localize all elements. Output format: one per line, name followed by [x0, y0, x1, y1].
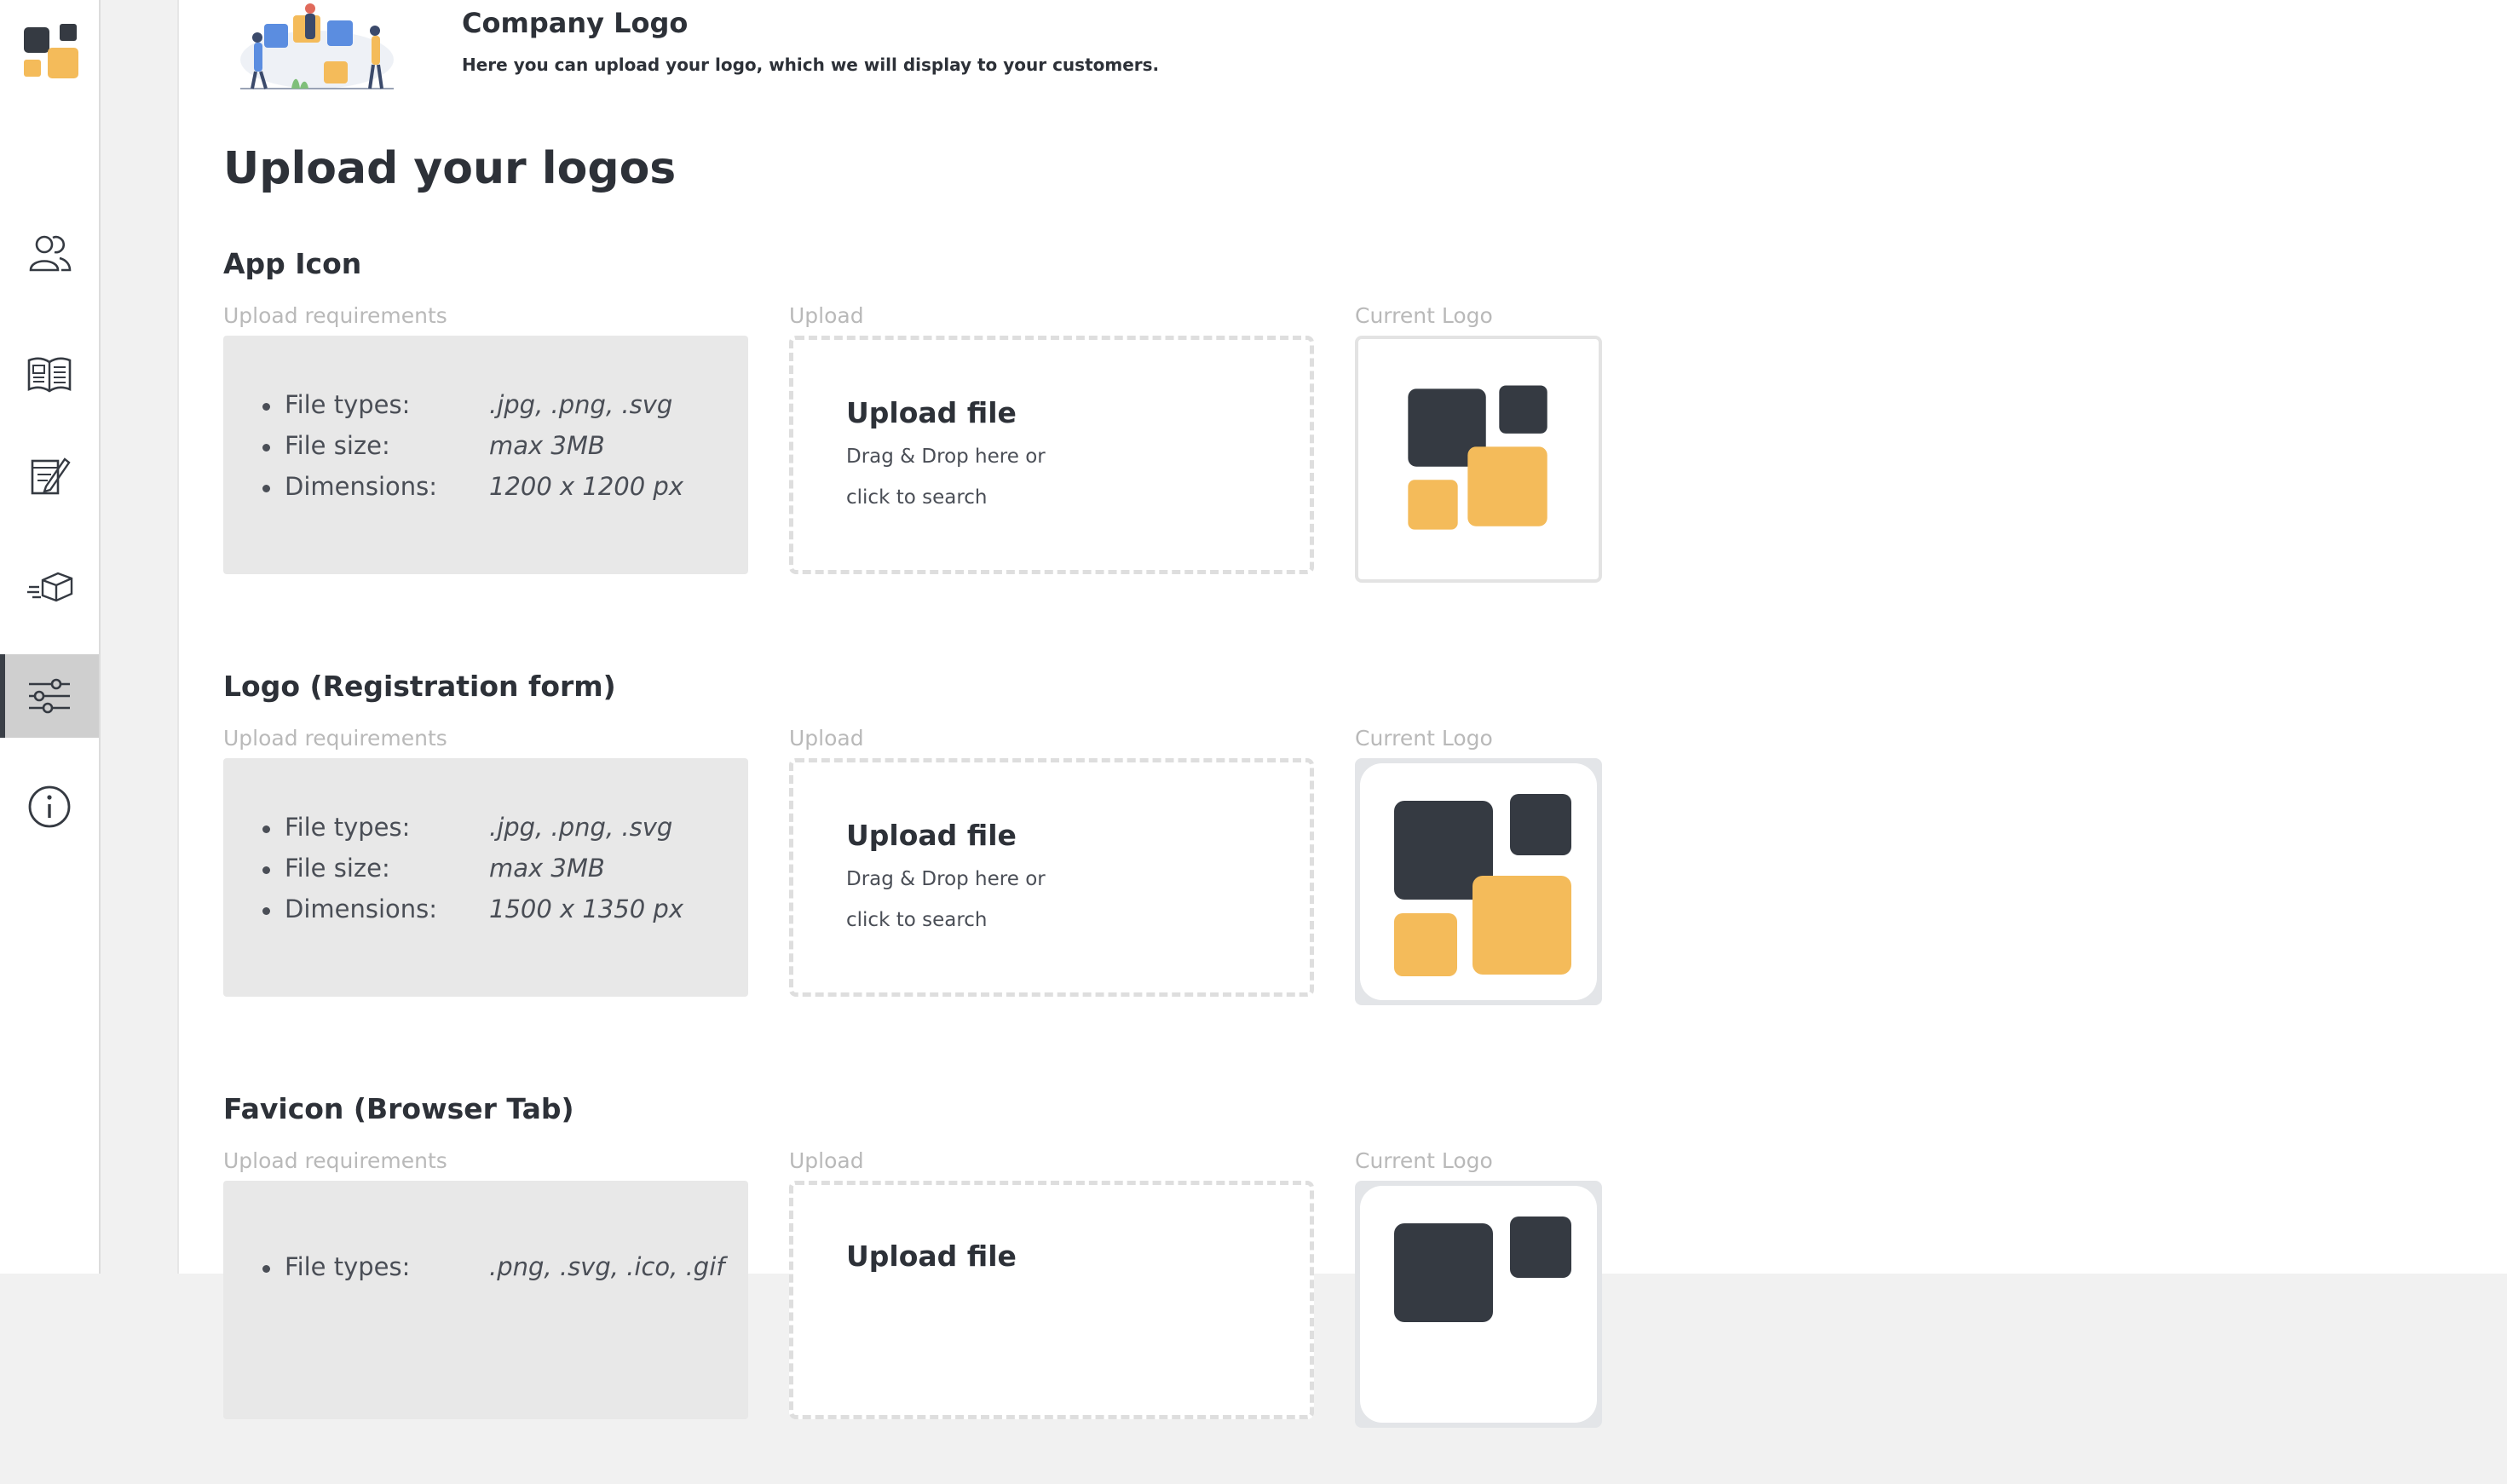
requirements-label: Upload requirements	[223, 726, 447, 751]
upload-label: Upload	[789, 303, 864, 328]
section-favicon: Favicon (Browser Tab) Upload requirement…	[223, 1092, 1783, 1484]
requirement-key: File types:	[285, 1252, 411, 1281]
users-icon	[29, 235, 72, 272]
section-registration-logo: Logo (Registration form) Upload requirem…	[223, 670, 1783, 1061]
sidebar-item-forms[interactable]	[0, 434, 99, 518]
drag-drop-text: Drag & Drop here or	[846, 868, 1046, 890]
sidebar-item-delivery[interactable]	[0, 545, 99, 629]
sidebar-item-settings[interactable]	[0, 654, 99, 738]
requirement-value: .png, .svg, .ico, .gif	[489, 1252, 725, 1281]
current-logo-label: Current Logo	[1355, 726, 1493, 751]
requirements-box: File types: .jpg, .png, .svg File size: …	[223, 336, 748, 574]
requirement-value: max 3MB	[489, 854, 605, 883]
requirement-key: File size:	[285, 854, 390, 883]
requirement-file-size: File size: max 3MB	[262, 854, 605, 883]
upload-label: Upload	[789, 726, 864, 751]
requirement-value: .jpg, .png, .svg	[489, 390, 673, 419]
requirement-key: Dimensions:	[285, 472, 438, 501]
section-title: Logo (Registration form)	[223, 670, 616, 703]
current-logo-label: Current Logo	[1355, 1148, 1493, 1173]
requirement-value: 1200 x 1200 px	[489, 472, 683, 501]
newspaper-icon	[27, 357, 72, 393]
sliders-icon	[29, 678, 70, 714]
requirement-value: max 3MB	[489, 431, 605, 460]
requirements-label: Upload requirements	[223, 303, 447, 328]
sidebar-item-news[interactable]	[0, 332, 99, 416]
upload-dropzone[interactable]: Upload file	[789, 1181, 1314, 1419]
requirement-key: Dimensions:	[285, 894, 438, 923]
requirement-file-types: File types: .png, .svg, .ico, .gif	[262, 1252, 724, 1281]
click-search-text: click to search	[846, 909, 988, 931]
requirement-dimensions: Dimensions: 1200 x 1200 px	[262, 472, 683, 501]
delivery-box-icon	[27, 572, 73, 602]
requirement-value: 1500 x 1350 px	[489, 894, 683, 923]
requirement-value: .jpg, .png, .svg	[489, 813, 673, 842]
sidebar	[0, 0, 101, 1274]
logo-frame	[1360, 763, 1597, 1000]
header-subtitle: Here you can upload your logo, which we …	[462, 55, 1160, 75]
requirement-file-types: File types: .jpg, .png, .svg	[262, 813, 672, 842]
upload-dropzone[interactable]: Upload file Drag & Drop here or click to…	[789, 758, 1314, 997]
current-logo-preview	[1355, 758, 1602, 1005]
drag-drop-text: Drag & Drop here or	[846, 446, 1046, 468]
requirements-box: File types: .jpg, .png, .svg File size: …	[223, 758, 748, 997]
requirement-key: File size:	[285, 431, 390, 460]
requirements-label: Upload requirements	[223, 1148, 447, 1173]
info-icon	[28, 785, 71, 828]
upload-label: Upload	[789, 1148, 864, 1173]
sidebar-item-info[interactable]	[0, 765, 99, 848]
current-logo-label: Current Logo	[1355, 303, 1493, 328]
requirement-dimensions: Dimensions: 1500 x 1350 px	[262, 894, 683, 923]
logo-frame	[1360, 1186, 1597, 1423]
form-edit-icon	[31, 457, 71, 495]
requirement-key: File types:	[285, 813, 411, 842]
upload-file-title: Upload file	[846, 396, 1017, 429]
puzzle-team-illustration	[232, 0, 402, 92]
app-logo[interactable]	[24, 24, 80, 78]
requirement-file-size: File size: max 3MB	[262, 431, 605, 460]
current-logo-preview	[1355, 1181, 1602, 1428]
header-title: Company Logo	[462, 7, 689, 39]
requirement-key: File types:	[285, 390, 411, 419]
main-panel: Company Logo Here you can upload your lo…	[177, 0, 2507, 1428]
section-app-icon: App Icon Upload requirements Upload Curr…	[223, 247, 1783, 639]
current-logo-image	[1394, 1217, 1571, 1322]
click-search-text: click to search	[846, 486, 988, 509]
current-logo-image	[1408, 385, 1547, 530]
sidebar-item-users[interactable]	[0, 211, 99, 295]
requirement-file-types: File types: .jpg, .png, .svg	[262, 390, 672, 419]
page-title: Upload your logos	[223, 143, 677, 194]
requirements-box: File types: .png, .svg, .ico, .gif	[223, 1181, 748, 1419]
upload-file-title: Upload file	[846, 819, 1017, 852]
section-title: App Icon	[223, 247, 362, 280]
current-logo-preview	[1355, 336, 1602, 583]
upload-dropzone[interactable]: Upload file Drag & Drop here or click to…	[789, 336, 1314, 574]
section-title: Favicon (Browser Tab)	[223, 1092, 574, 1125]
upload-file-title: Upload file	[846, 1240, 1017, 1273]
current-logo-image	[1394, 794, 1571, 976]
